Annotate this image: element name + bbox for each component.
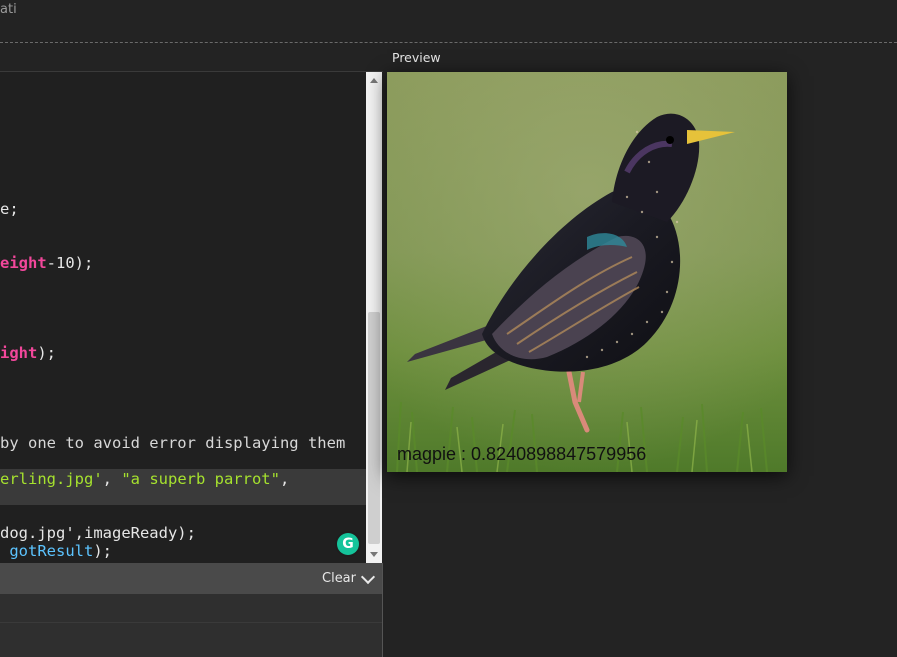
panel-divider <box>382 563 383 657</box>
console-row-divider <box>0 622 383 623</box>
starling-image <box>387 72 787 472</box>
code-function: gotResult <box>9 542 94 560</box>
grammarly-icon[interactable]: G <box>337 533 359 555</box>
code-editor[interactable]: e; eight-10); ight); by one to avoid err… <box>0 72 366 563</box>
code-string: "a superb parrot" <box>121 470 280 488</box>
preview-label: Preview <box>392 50 441 65</box>
top-bar: ati <box>0 0 897 43</box>
divider <box>0 42 897 43</box>
code-line[interactable]: ight); <box>0 344 56 362</box>
code-keyword: ight <box>0 344 38 362</box>
code-line[interactable]: by one to avoid error displaying them <box>0 434 345 452</box>
window-title: ati <box>0 2 17 17</box>
scroll-up-icon[interactable] <box>370 78 378 83</box>
preview-canvas: magpie : 0.8240898847579956 <box>387 72 787 472</box>
code-text: , <box>279 470 290 488</box>
code-string: erling.jpg' <box>0 470 103 488</box>
scroll-down-icon[interactable] <box>370 552 378 557</box>
code-line[interactable]: eight-10); <box>0 254 93 272</box>
code-text: ); <box>37 344 56 362</box>
code-line[interactable]: e; <box>0 200 19 218</box>
code-comment: by one to avoid error displaying them <box>0 434 346 452</box>
editor-scrollbar[interactable] <box>366 72 382 563</box>
chevron-down-icon[interactable] <box>360 569 376 585</box>
prediction-label: magpie : 0.8240898847579956 <box>397 444 647 464</box>
code-keyword: eight <box>0 254 47 272</box>
code-text: e; <box>0 200 19 218</box>
code-text: dog.jpg',imageReady); <box>0 524 196 542</box>
scrollbar-thumb[interactable] <box>368 312 380 544</box>
code-text: -10); <box>46 254 94 272</box>
code-line[interactable]: dog.jpg',imageReady); <box>0 524 196 542</box>
code-text: ); <box>93 542 113 560</box>
code-line[interactable]: gotResult); <box>0 542 112 560</box>
console-header: Clear <box>0 563 383 594</box>
code-line[interactable]: erling.jpg', "a superb parrot", <box>0 470 289 488</box>
clear-button[interactable]: Clear <box>322 571 356 586</box>
code-text: , <box>102 470 122 488</box>
console-output <box>0 594 383 657</box>
